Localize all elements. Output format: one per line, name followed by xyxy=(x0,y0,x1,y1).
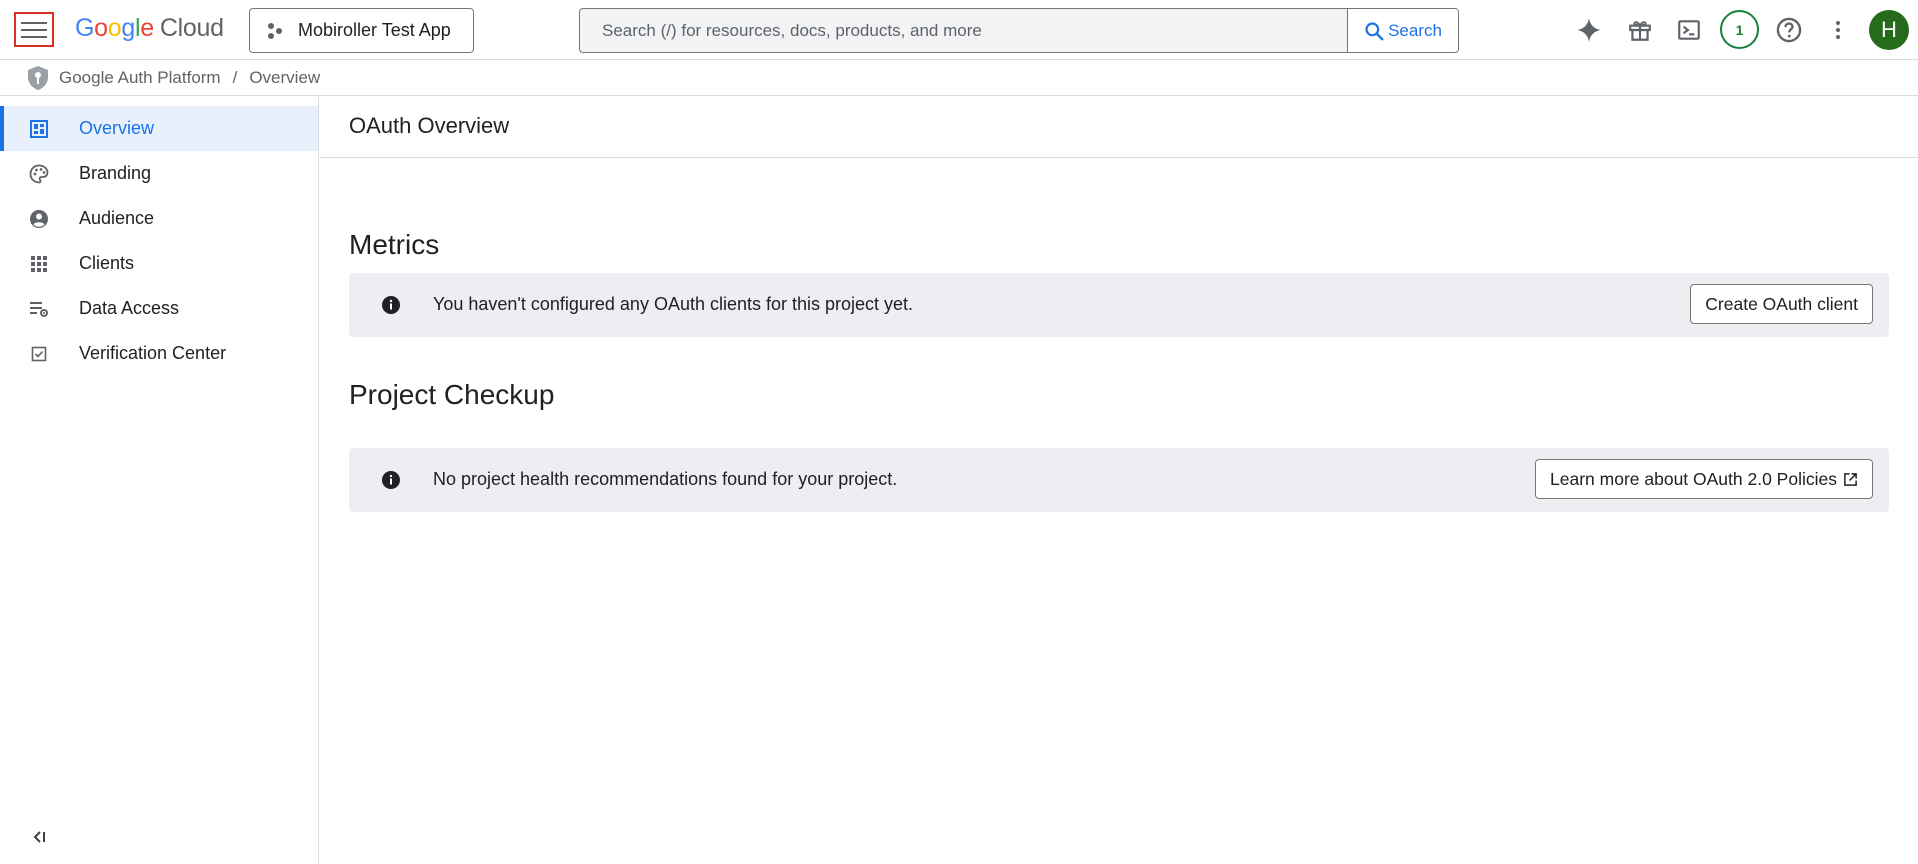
sidebar: Overview Branding Audience Clients Data … xyxy=(0,97,319,864)
data-settings-icon xyxy=(29,299,49,319)
check-box-icon xyxy=(29,344,49,364)
top-bar: GoogleCloud Mobiroller Test App Search xyxy=(0,0,1918,60)
metrics-heading: Metrics xyxy=(349,229,440,260)
main-menu-button[interactable] xyxy=(14,12,54,47)
terminal-icon xyxy=(1678,20,1700,40)
more-vert-icon xyxy=(1836,21,1840,39)
metrics-message: You haven't configured any OAuth clients… xyxy=(433,294,914,314)
cloud-shell-button[interactable] xyxy=(1669,10,1709,50)
project-checkup-heading: Project Checkup xyxy=(349,379,555,410)
sidebar-item-overview[interactable]: Overview xyxy=(0,106,318,151)
help-icon xyxy=(1776,17,1802,43)
sidebar-item-label: Verification Center xyxy=(79,343,227,363)
sidebar-item-label: Audience xyxy=(79,208,155,228)
help-button[interactable] xyxy=(1769,10,1809,50)
account-avatar[interactable]: H xyxy=(1869,10,1909,50)
gemini-button[interactable] xyxy=(1569,10,1609,50)
create-oauth-client-button[interactable]: Create OAuth client xyxy=(1690,284,1873,324)
metrics-notice: You haven't configured any OAuth clients… xyxy=(349,273,1889,337)
sidebar-item-label: Clients xyxy=(79,253,135,273)
info-icon xyxy=(382,296,400,314)
more-options-button[interactable] xyxy=(1818,10,1858,50)
collapse-sidebar-icon xyxy=(33,831,45,843)
sidebar-item-branding[interactable]: Branding xyxy=(0,151,318,196)
search-bar: Search xyxy=(579,8,1459,53)
sidebar-item-label: Data Access xyxy=(79,298,180,318)
project-selector-button[interactable]: Mobiroller Test App xyxy=(249,8,474,53)
dashboard-icon xyxy=(29,119,49,139)
collapse-sidebar-button[interactable] xyxy=(26,824,52,850)
sidebar-item-audience[interactable]: Audience xyxy=(0,196,318,241)
notifications-count: 1 xyxy=(1735,21,1744,38)
sidebar-item-label: Overview xyxy=(79,118,155,138)
hamburger-menu-icon xyxy=(21,21,47,38)
auth-shield-icon xyxy=(28,66,48,90)
notifications-badge[interactable]: 1 xyxy=(1720,10,1759,49)
search-button-label: Search xyxy=(1388,20,1442,40)
sidebar-item-data-access[interactable]: Data Access xyxy=(0,286,318,331)
open-in-new-icon xyxy=(1844,472,1857,486)
search-icon xyxy=(1365,21,1384,40)
avatar-initial: H xyxy=(1881,17,1897,42)
breadcrumb: Google Auth Platform / Overview xyxy=(0,61,1918,96)
info-icon xyxy=(382,471,400,489)
breadcrumb-auth-platform[interactable]: Google Auth Platform xyxy=(59,68,221,88)
google-cloud-logo[interactable]: Google Cloud xyxy=(75,14,224,43)
gemini-sparkle-icon xyxy=(1577,18,1601,42)
project-hub-icon xyxy=(268,22,282,39)
palette-icon xyxy=(29,164,49,184)
page-title: OAuth Overview xyxy=(349,113,510,138)
create-oauth-client-label: Create OAuth client xyxy=(1705,293,1858,314)
project-checkup-message: No project health recommendations found … xyxy=(433,469,898,489)
project-name: Mobiroller Test App xyxy=(298,20,451,40)
gift-icon xyxy=(1629,21,1651,41)
breadcrumb-separator: / xyxy=(232,68,238,87)
title-divider xyxy=(320,157,1918,158)
search-input[interactable] xyxy=(580,9,1347,52)
logo-cloud-text: Cloud xyxy=(159,14,224,42)
learn-more-oauth-policies-label: Learn more about OAuth 2.0 Policies xyxy=(1550,468,1837,489)
sidebar-item-label: Branding xyxy=(79,163,152,183)
project-checkup-notice: No project health recommendations found … xyxy=(349,448,1889,512)
account-circle-icon xyxy=(29,209,49,229)
apps-grid-icon xyxy=(29,254,49,274)
breadcrumb-overview[interactable]: Overview xyxy=(249,68,320,88)
search-button[interactable]: Search xyxy=(1347,9,1458,52)
sidebar-item-clients[interactable]: Clients xyxy=(0,241,318,286)
gift-button[interactable] xyxy=(1620,10,1660,50)
sidebar-item-verification-center[interactable]: Verification Center xyxy=(0,331,318,376)
learn-more-oauth-policies-button[interactable]: Learn more about OAuth 2.0 Policies xyxy=(1535,459,1873,499)
